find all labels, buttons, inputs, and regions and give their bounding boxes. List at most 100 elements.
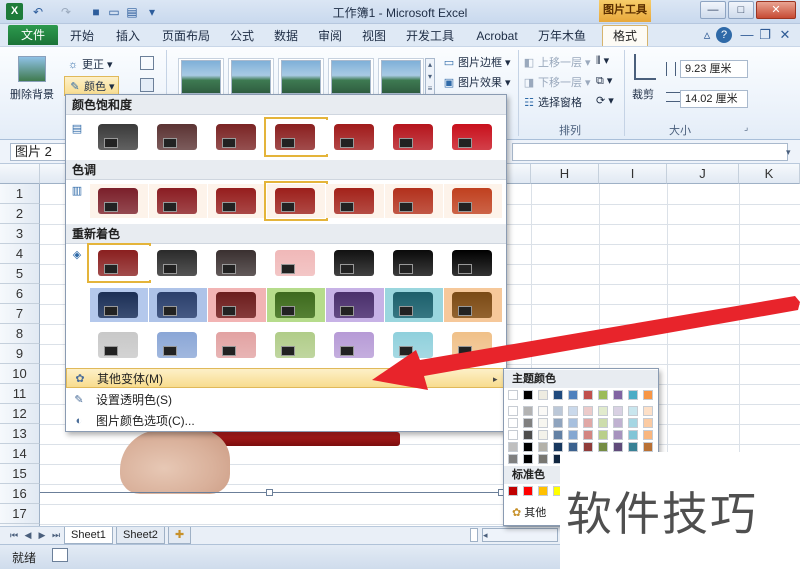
color-variant-swatch[interactable] xyxy=(149,184,207,218)
theme-color-cell[interactable] xyxy=(568,442,578,452)
color-variant-swatch[interactable] xyxy=(208,328,266,362)
rotate-icon[interactable]: ⟳ ▾ xyxy=(596,94,614,107)
theme-color-cell[interactable] xyxy=(508,430,518,440)
theme-color-cell[interactable] xyxy=(553,406,563,416)
tab-developer[interactable]: 开发工具 xyxy=(400,27,460,45)
bring-forward-button[interactable]: ◧ 上移一层 ▾ xyxy=(522,54,591,70)
last-sheet-icon[interactable]: ⏭ xyxy=(50,528,62,542)
theme-color-cell[interactable] xyxy=(538,406,548,416)
workbook-close-button[interactable]: ✕ xyxy=(776,26,794,44)
theme-color-cell[interactable] xyxy=(628,418,638,428)
theme-color-cell[interactable] xyxy=(523,454,533,464)
row-header[interactable]: 7 xyxy=(0,304,40,324)
color-variant-swatch[interactable] xyxy=(326,288,384,322)
select-all-corner[interactable] xyxy=(0,164,40,184)
theme-color-cell[interactable] xyxy=(613,390,623,400)
workbook-minimize-button[interactable]: — xyxy=(738,26,756,44)
theme-color-cell[interactable] xyxy=(628,406,638,416)
ribbon-collapse-icon[interactable]: ▵ xyxy=(698,26,716,44)
theme-color-cell[interactable] xyxy=(553,442,563,452)
theme-color-cell[interactable] xyxy=(508,454,518,464)
theme-color-cell[interactable] xyxy=(643,418,653,428)
align-icon[interactable]: ⫴ ▾ xyxy=(596,54,609,68)
sheet-tab-sheet1[interactable]: Sheet1 xyxy=(64,527,113,544)
color-variant-swatch[interactable] xyxy=(326,246,384,280)
more-colors-item[interactable]: ✿ 其他 xyxy=(512,504,546,520)
color-variant-swatch[interactable] xyxy=(444,120,502,154)
theme-color-cell[interactable] xyxy=(568,390,578,400)
standard-color-cell[interactable] xyxy=(523,486,533,496)
next-sheet-icon[interactable]: ▶ xyxy=(36,528,48,542)
send-backward-button[interactable]: ◨ 下移一层 ▾ xyxy=(522,74,591,90)
theme-color-cell[interactable] xyxy=(568,430,578,440)
theme-color-cell[interactable] xyxy=(598,442,608,452)
color-variant-swatch[interactable] xyxy=(208,184,266,218)
theme-color-cell[interactable] xyxy=(583,442,593,452)
theme-color-cell[interactable] xyxy=(598,406,608,416)
row-header[interactable]: 11 xyxy=(0,384,40,404)
color-variant-swatch[interactable] xyxy=(208,288,266,322)
theme-color-cell[interactable] xyxy=(583,418,593,428)
crop-button[interactable]: 裁剪 xyxy=(632,86,654,102)
theme-color-cell[interactable] xyxy=(643,406,653,416)
color-variant-swatch[interactable] xyxy=(90,120,148,154)
theme-color-cell[interactable] xyxy=(598,430,608,440)
height-input[interactable]: 9.23 厘米 xyxy=(680,60,748,78)
row-header[interactable]: 5 xyxy=(0,264,40,284)
row-header[interactable]: 2 xyxy=(0,204,40,224)
column-header-j[interactable]: J xyxy=(667,164,739,184)
theme-color-cell[interactable] xyxy=(538,390,548,400)
tab-file[interactable]: 文件 xyxy=(8,25,58,45)
theme-color-cell[interactable] xyxy=(538,418,548,428)
tab-home[interactable]: 开始 xyxy=(64,27,100,45)
theme-color-cell[interactable] xyxy=(643,390,653,400)
set-transparent-menu-item[interactable]: ✎ 设置透明色(S) xyxy=(66,390,506,410)
color-variant-swatch[interactable] xyxy=(264,117,328,157)
row-header[interactable]: 4 xyxy=(0,244,40,264)
theme-color-cell[interactable] xyxy=(553,430,563,440)
column-header-k[interactable]: K xyxy=(739,164,800,184)
theme-color-cell[interactable] xyxy=(538,430,548,440)
styles-scroll-icon[interactable]: ▴ ▾ ≡ xyxy=(425,58,435,96)
color-variant-swatch[interactable] xyxy=(385,328,443,362)
color-variant-swatch[interactable] xyxy=(208,120,266,154)
picture-effects-button[interactable]: ▣ 图片效果 ▾ xyxy=(442,74,511,90)
color-variant-swatch[interactable] xyxy=(444,288,502,322)
tab-acrobat[interactable]: Acrobat xyxy=(470,27,524,45)
tab-data[interactable]: 数据 xyxy=(268,27,304,45)
formula-input[interactable] xyxy=(512,143,788,161)
group-icon[interactable]: ⧉ ▾ xyxy=(596,74,612,88)
color-variant-swatch[interactable] xyxy=(90,184,148,218)
row-header[interactable]: 14 xyxy=(0,444,40,464)
theme-color-cell[interactable] xyxy=(583,430,593,440)
row-header[interactable]: 17 xyxy=(0,504,40,524)
color-variant-swatch[interactable] xyxy=(326,328,384,362)
theme-color-cell[interactable] xyxy=(613,406,623,416)
minimize-button[interactable]: — xyxy=(700,1,726,19)
theme-color-cell[interactable] xyxy=(538,442,548,452)
sheet-tab-sheet2[interactable]: Sheet2 xyxy=(116,527,165,544)
tab-format[interactable]: 格式 xyxy=(602,25,648,46)
color-variant-swatch[interactable] xyxy=(267,246,325,280)
tab-review[interactable]: 审阅 xyxy=(312,27,348,45)
resize-handle[interactable] xyxy=(266,489,273,496)
color-variant-swatch[interactable] xyxy=(385,288,443,322)
color-variant-swatch[interactable] xyxy=(326,184,384,218)
tab-split-handle[interactable] xyxy=(470,528,478,542)
maximize-button[interactable]: □ xyxy=(728,1,754,19)
color-variant-swatch[interactable] xyxy=(90,328,148,362)
standard-color-cell[interactable] xyxy=(538,486,548,496)
theme-color-cell[interactable] xyxy=(508,390,518,400)
horizontal-scrollbar[interactable]: ◂ xyxy=(482,528,558,542)
color-variant-swatch[interactable] xyxy=(385,184,443,218)
theme-color-cell[interactable] xyxy=(508,442,518,452)
column-header-h[interactable]: H xyxy=(531,164,599,184)
theme-color-cell[interactable] xyxy=(523,406,533,416)
color-variant-swatch[interactable] xyxy=(90,288,148,322)
change-picture-icon[interactable] xyxy=(140,78,154,92)
picture-border-button[interactable]: ▭ 图片边框 ▾ xyxy=(442,54,511,70)
tab-insert[interactable]: 插入 xyxy=(110,27,146,45)
row-header[interactable]: 16 xyxy=(0,484,40,504)
theme-color-cell[interactable] xyxy=(568,406,578,416)
color-variant-swatch[interactable] xyxy=(444,246,502,280)
